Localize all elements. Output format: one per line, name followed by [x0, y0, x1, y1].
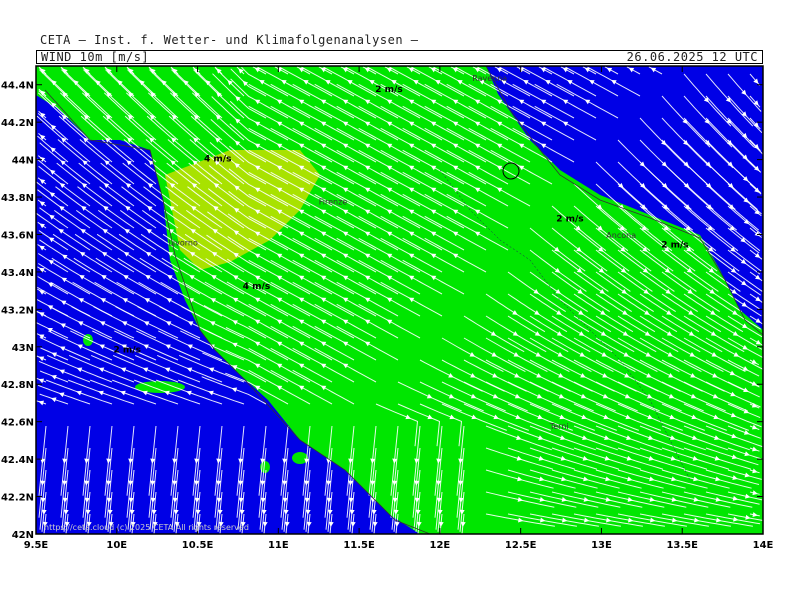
wind-speed-label: 4 m/s [243, 282, 270, 292]
city-label: Firenze [319, 198, 348, 207]
lat-tick-label: 44.2N [1, 118, 34, 129]
lon-tick-label: 9.5E [24, 540, 49, 551]
wind-speed-label: 2 m/s [661, 241, 688, 251]
lat-tick-label: 43.6N [1, 230, 34, 241]
lon-tick-label: 11.5E [343, 540, 375, 551]
lat-tick-label: 43.4N [1, 268, 34, 279]
city-label: Ancona [606, 231, 636, 240]
city-label: Ravenna [472, 74, 507, 83]
lat-tick-label: 44N [12, 156, 34, 167]
credit-text: https://ceta.cloud (c) 2025 CETA All rig… [44, 523, 249, 532]
lon-tick-label: 10.5E [182, 540, 214, 551]
city-label: Terni [549, 422, 569, 431]
city-label: Livorno [168, 239, 198, 248]
lon-tick-label: 13E [591, 540, 612, 551]
lat-tick-label: 44.4N [1, 81, 34, 92]
wind-speed-label: 4 m/s [204, 154, 231, 164]
wind-speed-label: 2 m/s [375, 85, 402, 95]
lon-tick-label: 11E [268, 540, 289, 551]
lon-tick-label: 12.5E [505, 540, 537, 551]
lon-tick-label: 13.5E [666, 540, 698, 551]
wind-speed-label: 2 m/s [556, 214, 583, 224]
wind-streamline-map: 44.4N 44.2N 44N 43.8N 43.6N 43.4N 43.2N 43N 42.8… [1, 65, 774, 551]
lat-tick-label: 42.2N [1, 493, 34, 504]
lon-tick-label: 10E [106, 540, 127, 551]
lat-tick-label: 43.8N [1, 193, 34, 204]
lat-tick-label: 43.2N [1, 305, 34, 316]
lat-tick-label: 42.6N [1, 418, 34, 429]
wind-speed-label: 2 m/s [114, 345, 141, 355]
lon-tick-label: 14E [753, 540, 774, 551]
lon-tick-label: 12E [430, 540, 451, 551]
lat-tick-label: 43N [12, 343, 34, 354]
lat-tick-label: 42.4N [1, 455, 34, 466]
lat-tick-label: 42.8N [1, 380, 34, 391]
